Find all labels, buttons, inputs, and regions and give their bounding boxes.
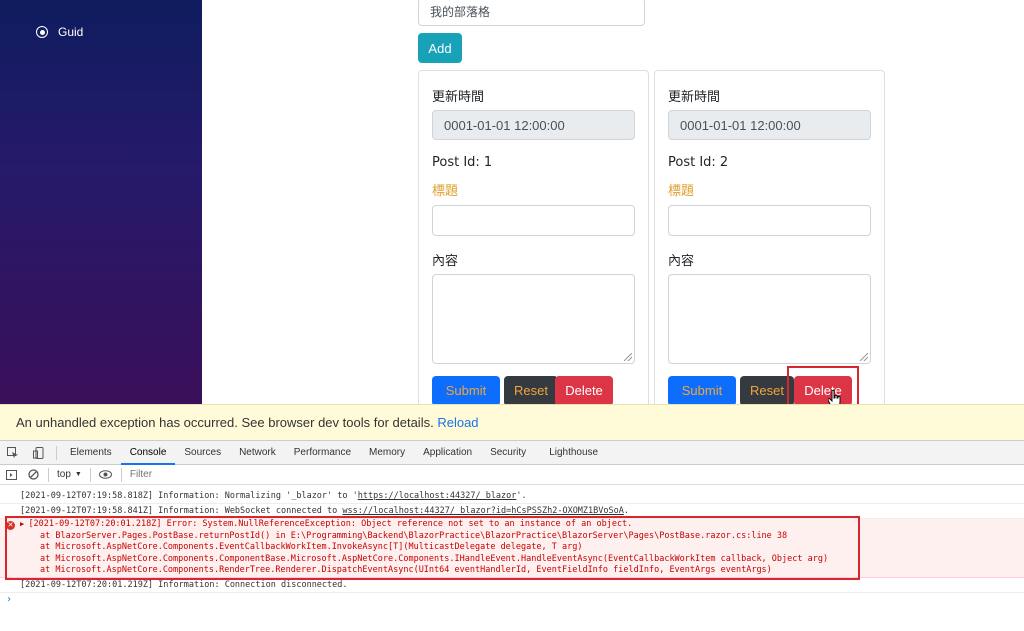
devtools-tab-bar: Elements Console Sources Network Perform… (0, 441, 1024, 465)
stack-line: at BlazorServer.Pages.PostBase.returnPos… (40, 530, 788, 541)
log-line: [2021-09-12T07:19:58.841Z] Information: … (0, 504, 1024, 519)
error-banner: An unhandled exception has occurred. See… (0, 404, 1024, 440)
log-link[interactable]: wss://localhost:44327/_blazor?id=hCsPSSZ… (342, 506, 623, 516)
context-label: top (57, 469, 71, 480)
tab-lighthouse[interactable]: Lighthouse (535, 441, 607, 465)
error-line: ▶ [2021-09-12T07:20:01.218Z] Error: Syst… (20, 519, 1024, 531)
console-toolbar: top ▼ (0, 465, 1024, 485)
tab-sources[interactable]: Sources (175, 441, 230, 465)
content-label: 內容 (668, 254, 695, 269)
content-label: 內容 (432, 254, 459, 269)
log-text: [2021-09-12T07:19:58.818Z] Information: … (20, 491, 358, 501)
post-card-1: 更新時間 0001-01-01 12:00:00 Post Id: 1 標題 內… (418, 70, 649, 410)
title-label: 標題 (432, 184, 459, 199)
tab-memory[interactable]: Memory (360, 441, 414, 465)
updated-label: 更新時間 (668, 90, 721, 105)
stack-line: at Microsoft.AspNetCore.Components.Event… (40, 542, 583, 553)
delete-button[interactable]: Delete (555, 376, 613, 406)
reload-link[interactable]: Reload (437, 415, 478, 430)
log-text: '. (516, 491, 527, 501)
sidebar: Guid (0, 0, 202, 404)
devtools-panel: Elements Console Sources Network Perform… (0, 440, 1024, 631)
tab-security[interactable]: Security (481, 441, 535, 465)
content-textarea[interactable] (432, 274, 635, 364)
tab-application[interactable]: Application (414, 441, 481, 465)
page: Guid 我的部落格 Add 更新時間 0001-01-01 12:00:00 … (0, 0, 1024, 631)
error-log-entry[interactable]: ✕ ▶ [2021-09-12T07:20:01.218Z] Error: Sy… (0, 519, 1024, 578)
sidebar-toggle-icon[interactable] (0, 465, 22, 485)
log-link[interactable]: https://localhost:44327/_blazor (358, 491, 517, 501)
log-text: . (623, 506, 629, 516)
updated-label: 更新時間 (432, 90, 485, 105)
clear-console-icon[interactable] (22, 465, 44, 485)
tab-elements[interactable]: Elements (61, 441, 121, 465)
resize-handle-icon[interactable] (860, 353, 868, 361)
post-card-2: 更新時間 0001-01-01 12:00:00 Post Id: 2 標題 內… (654, 70, 885, 410)
main-content: 我的部落格 Add 更新時間 0001-01-01 12:00:00 Post … (202, 0, 1024, 410)
submit-button[interactable]: Submit (668, 376, 736, 406)
updated-time-field: 0001-01-01 12:00:00 (432, 110, 635, 140)
context-selector[interactable]: top ▼ (53, 469, 86, 480)
updated-time-field: 0001-01-01 12:00:00 (668, 110, 871, 140)
divider (48, 467, 49, 482)
tab-network[interactable]: Network (230, 441, 285, 465)
error-icon: ✕ (6, 521, 15, 530)
reset-button[interactable]: Reset (740, 376, 794, 406)
tab-console[interactable]: Console (120, 441, 176, 465)
tab-performance[interactable]: Performance (285, 441, 360, 465)
add-button[interactable]: Add (418, 33, 462, 63)
log-text: [2021-09-12T07:19:58.841Z] Information: … (20, 506, 343, 516)
radio-icon (36, 26, 48, 38)
title-input[interactable] (432, 205, 635, 236)
log-line: [2021-09-12T07:19:58.818Z] Information: … (0, 489, 1024, 504)
post-id: Post Id: 1 (432, 155, 493, 170)
eye-icon[interactable] (95, 465, 117, 485)
submit-button[interactable]: Submit (432, 376, 500, 406)
stack-line: at Microsoft.AspNetCore.Components.Rende… (40, 565, 772, 576)
dropdown-arrow-icon: ▼ (74, 471, 82, 478)
error-text: [2021-09-12T07:20:01.218Z] Error: System… (28, 519, 633, 529)
reset-button[interactable]: Reset (504, 376, 558, 406)
divider (89, 467, 91, 482)
divider (56, 445, 57, 460)
console-prompt[interactable]: › (0, 593, 1024, 607)
divider (120, 467, 122, 482)
blog-name-input[interactable]: 我的部落格 (418, 0, 645, 26)
stack-line: at Microsoft.AspNetCore.Components.Compo… (40, 553, 829, 564)
post-id: Post Id: 2 (668, 155, 729, 170)
error-message: An unhandled exception has occurred. See… (16, 415, 434, 430)
log-line: [2021-09-12T07:20:01.219Z] Information: … (0, 578, 1024, 593)
console-output: [2021-09-12T07:19:58.818Z] Information: … (0, 485, 1024, 607)
resize-handle-icon[interactable] (624, 353, 632, 361)
console-filter-input[interactable] (129, 469, 330, 480)
sidebar-item-label: Guid (58, 25, 84, 39)
content-textarea[interactable] (668, 274, 871, 364)
title-input[interactable] (668, 205, 871, 236)
device-toolbar-icon[interactable] (26, 441, 52, 465)
title-label: 標題 (668, 184, 695, 199)
inspect-element-icon[interactable] (0, 441, 26, 465)
sidebar-item-guid[interactable]: Guid (36, 25, 83, 39)
